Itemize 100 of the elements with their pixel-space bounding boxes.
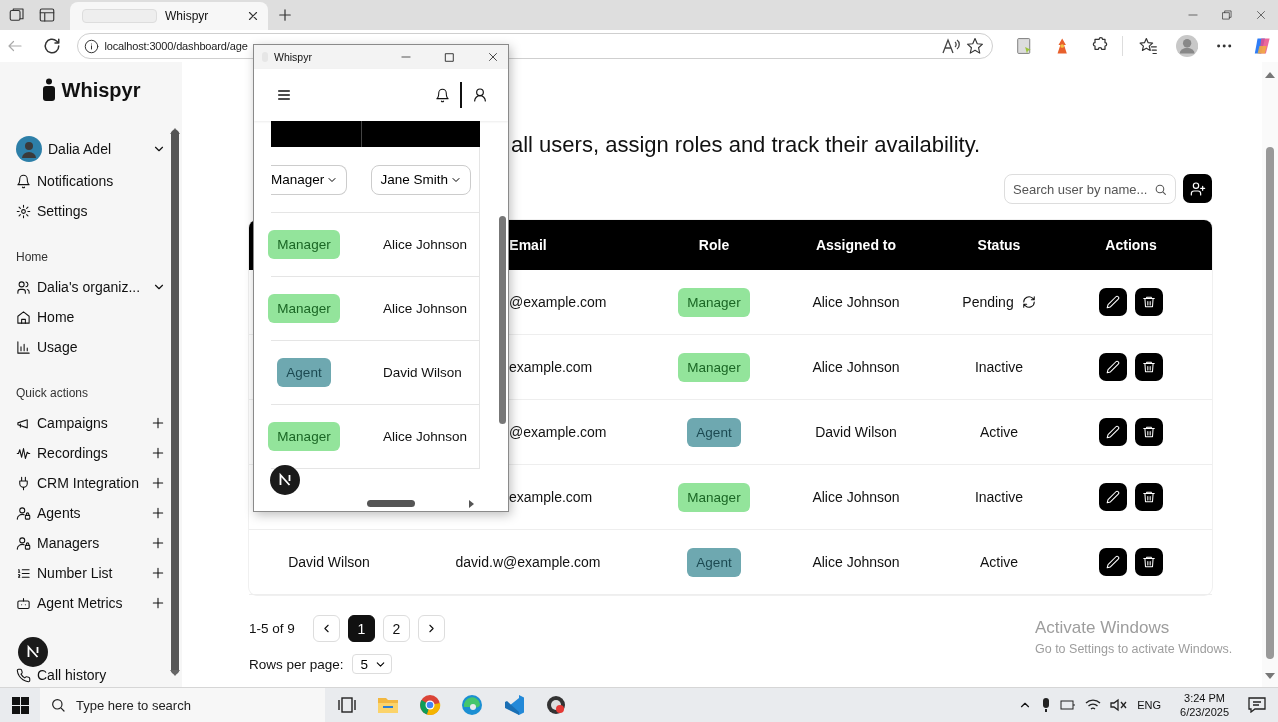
pencil-icon (1106, 360, 1120, 374)
search-field[interactable]: Search user by name... (1004, 174, 1176, 204)
info-icon (84, 38, 100, 54)
tabs-icon[interactable] (8, 6, 26, 24)
plus-icon[interactable] (150, 565, 166, 581)
sidebar-item[interactable]: Agent Metrics (16, 588, 166, 618)
browser-icon[interactable] (419, 694, 441, 716)
logo-text: Whispyr (61, 78, 141, 102)
edit-button[interactable] (1099, 483, 1127, 511)
close-icon[interactable] (486, 50, 500, 64)
sidebar-item[interactable]: Number List (16, 558, 166, 588)
table-cell-text: David Wilson (382, 365, 463, 380)
battery-icon[interactable] (1060, 699, 1077, 711)
table-cell-text: Alice Johnson (382, 301, 469, 316)
sidebar-item[interactable]: Campaigns (16, 408, 166, 438)
user-lock-icon (16, 505, 31, 521)
table-cell-text: Alice Johnson (382, 237, 469, 252)
taskbar-search-field[interactable]: Type here to search (40, 688, 325, 722)
sidebar-item[interactable]: Agents (16, 498, 166, 528)
wifi-icon[interactable] (1085, 698, 1102, 712)
rows-per-page-select[interactable]: 5 (351, 654, 393, 674)
notifications-icon[interactable] (1248, 697, 1266, 713)
folder-icon[interactable] (377, 695, 399, 715)
sidebar-item[interactable]: Home (16, 302, 166, 332)
browser-tab[interactable]: Whispyr (70, 2, 268, 30)
menu-icon[interactable] (276, 87, 292, 103)
favorites-icon[interactable] (1138, 36, 1159, 56)
delete-button[interactable] (1135, 483, 1163, 511)
language-indicator[interactable]: ENG (1137, 699, 1162, 711)
page-heading: all users, assign roles and track their availability. (511, 132, 982, 158)
table-cell: david.w@example.com (455, 554, 601, 570)
pencil-icon (1106, 295, 1120, 309)
delete-button[interactable] (1135, 353, 1163, 381)
sidebar-item[interactable]: Usage (16, 332, 166, 362)
reload-icon[interactable] (43, 37, 62, 55)
trash-icon (1142, 360, 1156, 374)
sidebar-item[interactable]: CRM Integration (16, 468, 166, 498)
bar-chart-icon (16, 339, 31, 355)
favorite-icon[interactable] (965, 37, 984, 55)
sidebar-item[interactable]: Recordings (16, 438, 166, 468)
plus-icon[interactable] (150, 535, 166, 551)
browser-icon[interactable] (461, 694, 483, 716)
start-button[interactable] (11, 696, 29, 714)
code-editor-icon[interactable] (503, 694, 525, 716)
bell-icon[interactable] (435, 87, 450, 103)
user-menu[interactable]: Dalia Adel (16, 132, 166, 166)
delete-button[interactable] (1135, 418, 1163, 446)
edit-button[interactable] (1099, 353, 1127, 381)
page-button[interactable]: 1 (347, 615, 375, 642)
table-cell: Alice Johnson (812, 554, 900, 570)
edit-button[interactable] (1099, 548, 1127, 576)
edit-button[interactable] (1099, 418, 1127, 446)
speaker-muted-icon[interactable] (1110, 698, 1129, 712)
read-aloud-icon[interactable] (940, 37, 961, 55)
edit-button[interactable] (1099, 288, 1127, 316)
delete-button[interactable] (1135, 548, 1163, 576)
sidebar-item[interactable]: Managers (16, 528, 166, 558)
user-icon[interactable] (472, 87, 488, 103)
plus-icon[interactable] (150, 415, 166, 431)
section-label: Home (16, 250, 49, 264)
app-icon[interactable] (545, 694, 567, 716)
maximize-icon[interactable] (443, 50, 456, 64)
plus-icon[interactable] (150, 445, 166, 461)
add-user-button[interactable] (1183, 174, 1212, 203)
status-text: Inactive (974, 359, 1024, 375)
window-icon[interactable] (38, 6, 56, 24)
role-badge: Manager (268, 422, 340, 451)
dev-tools-button[interactable] (270, 465, 300, 495)
role-badge: Agent (277, 358, 331, 387)
sidebar-item[interactable]: Dalia's organiz... (16, 272, 166, 302)
microphone-icon[interactable] (1041, 697, 1052, 713)
rows-per-page-label: Rows per page: (249, 656, 344, 672)
table-cell: @example.com (509, 294, 607, 310)
sidebar-item[interactable]: Call history (16, 660, 166, 690)
plus-icon[interactable] (150, 475, 166, 491)
new-tab-icon[interactable] (276, 6, 294, 24)
role-select[interactable]: Manager (271, 164, 348, 195)
dev-tools-button[interactable] (18, 637, 48, 667)
clock[interactable]: 3:24 PM 6/23/2025 (1180, 691, 1229, 719)
delete-button[interactable] (1135, 288, 1163, 316)
sidebar-item[interactable]: Notifications (16, 166, 166, 196)
sidebar-item[interactable]: Settings (16, 196, 166, 226)
plus-icon[interactable] (150, 595, 166, 611)
page-button[interactable]: 2 (382, 615, 410, 642)
page-scrollbar[interactable] (1262, 62, 1278, 687)
avatar (16, 136, 42, 162)
restore-icon[interactable] (1220, 8, 1234, 22)
table-cell: Alice Johnson (812, 489, 900, 505)
profile-icon[interactable] (1175, 34, 1198, 58)
house-icon (16, 309, 31, 325)
close-icon[interactable] (246, 9, 260, 23)
plus-icon[interactable] (150, 505, 166, 521)
assignee-select[interactable]: Jane Smith (371, 164, 471, 195)
role-badge: Agent (687, 417, 741, 447)
settings-icon (16, 203, 31, 219)
role-badge: Manager (268, 230, 340, 259)
status-text: Pending (962, 294, 1014, 310)
trash-icon (1142, 295, 1156, 309)
logo-icon (41, 78, 56, 102)
task-view-icon[interactable] (337, 695, 357, 715)
